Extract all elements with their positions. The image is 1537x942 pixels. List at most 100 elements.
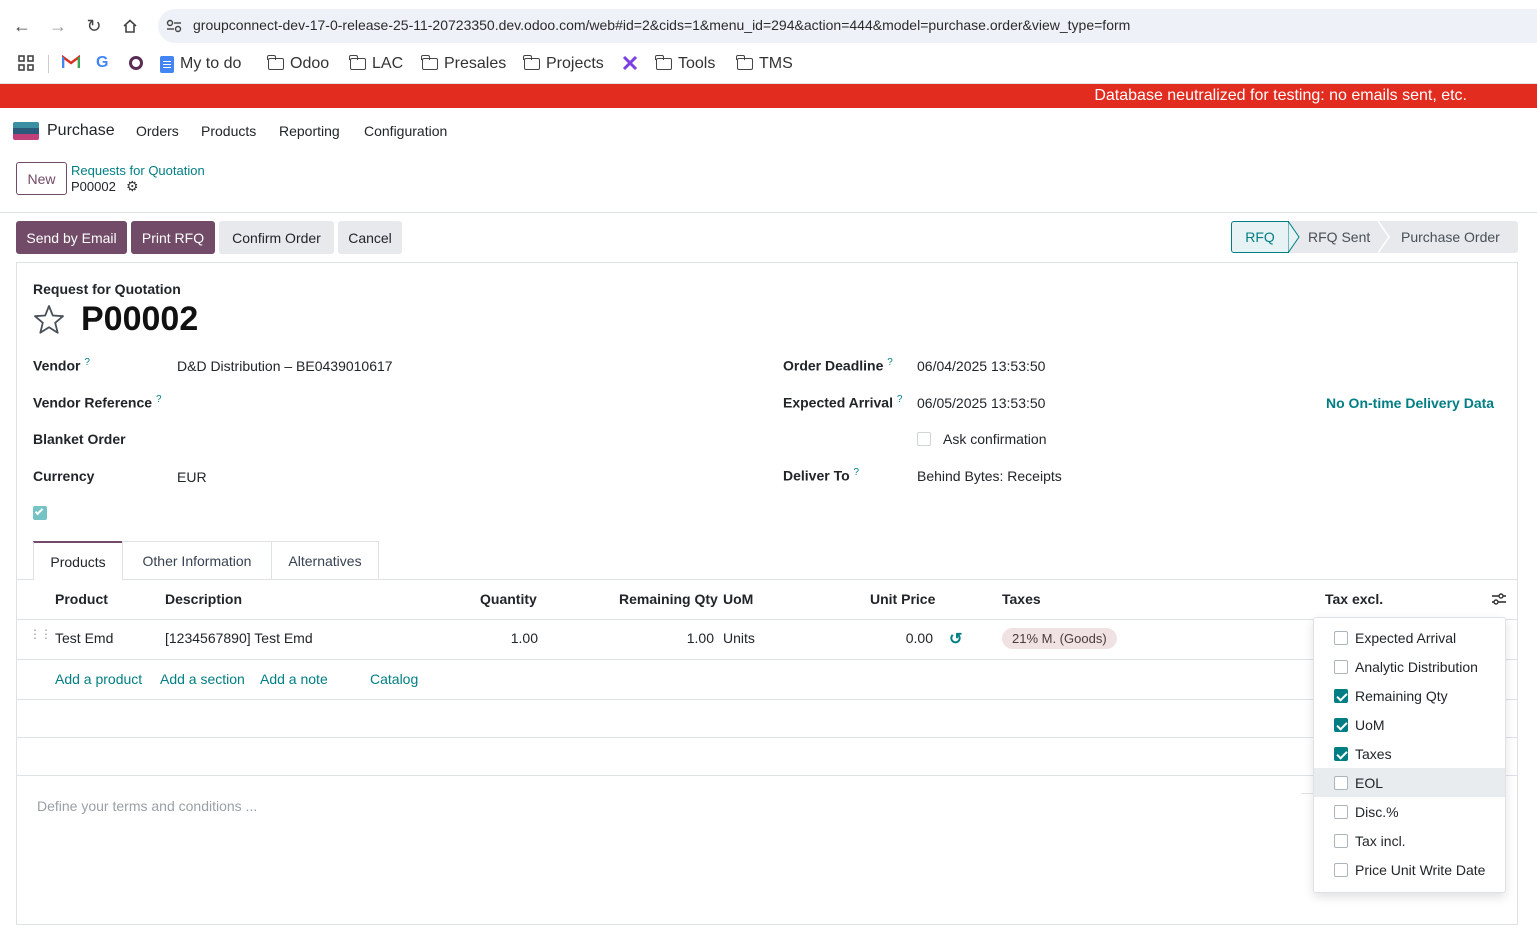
option-remaining-qty[interactable]: Remaining Qty bbox=[1314, 681, 1505, 710]
bookmark-label: My to do bbox=[180, 55, 242, 72]
add-section-link[interactable]: Add a section bbox=[160, 671, 245, 687]
option-tax-incl[interactable]: Tax incl. bbox=[1314, 826, 1505, 855]
currency-field[interactable]: EUR bbox=[177, 469, 207, 485]
breadcrumb-rfq[interactable]: Requests for Quotation bbox=[71, 163, 205, 178]
add-note-link[interactable]: Add a note bbox=[260, 671, 328, 687]
deliver-to-field[interactable]: Behind Bytes: Receipts bbox=[917, 468, 1062, 484]
reload-icon[interactable]: ↻ bbox=[81, 13, 107, 39]
folder-icon bbox=[267, 55, 284, 70]
column-checkbox[interactable] bbox=[1334, 775, 1348, 790]
gear-icon[interactable]: ⚙ bbox=[126, 178, 139, 195]
tab-products[interactable]: Products bbox=[33, 541, 123, 580]
add-product-link[interactable]: Add a product bbox=[55, 671, 142, 687]
bookmark-tools[interactable]: Tools bbox=[655, 53, 715, 75]
col-tax-excl[interactable]: Tax excl. bbox=[1325, 591, 1383, 607]
tab-other-information[interactable]: Other Information bbox=[122, 541, 272, 579]
column-checkbox[interactable] bbox=[1334, 804, 1348, 819]
option-expected-arrival[interactable]: Expected Arrival bbox=[1314, 623, 1505, 652]
order-deadline-field[interactable]: 06/04/2025 13:53:50 bbox=[917, 358, 1045, 374]
col-taxes[interactable]: Taxes bbox=[1002, 591, 1041, 607]
column-checkbox[interactable] bbox=[1334, 862, 1348, 877]
ontime-delivery-link[interactable]: No On-time Delivery Data bbox=[1326, 395, 1494, 411]
opera-icon[interactable] bbox=[129, 56, 143, 70]
line-uom[interactable]: Units bbox=[723, 630, 755, 646]
send-by-email-button[interactable]: Send by Email bbox=[16, 221, 127, 254]
url-text[interactable]: groupconnect-dev-17-0-release-25-11-2072… bbox=[193, 17, 1130, 33]
menu-reporting[interactable]: Reporting bbox=[279, 123, 340, 139]
tab-alternatives[interactable]: Alternatives bbox=[271, 541, 379, 579]
column-checkbox[interactable] bbox=[1334, 717, 1348, 732]
column-checkbox[interactable] bbox=[1334, 659, 1348, 674]
help-icon[interactable]: ? bbox=[887, 357, 893, 368]
option-taxes[interactable]: Taxes bbox=[1314, 739, 1505, 768]
back-icon[interactable]: ← bbox=[9, 13, 35, 39]
column-checkbox[interactable] bbox=[1334, 688, 1348, 703]
tax-badge[interactable]: 21% M. (Goods) bbox=[1002, 628, 1117, 649]
help-icon[interactable]: ? bbox=[84, 357, 90, 368]
status-purchase-order[interactable]: Purchase Order bbox=[1401, 221, 1500, 253]
menu-orders[interactable]: Orders bbox=[136, 123, 179, 139]
app-name[interactable]: Purchase bbox=[47, 122, 115, 140]
help-icon[interactable]: ? bbox=[897, 394, 903, 405]
bookmark-tms[interactable]: TMS bbox=[736, 53, 793, 75]
col-quantity[interactable]: Quantity bbox=[480, 591, 537, 607]
menu-configuration[interactable]: Configuration bbox=[364, 123, 447, 139]
star-icon[interactable] bbox=[33, 304, 65, 337]
column-checkbox[interactable] bbox=[1334, 630, 1348, 645]
blanket-order-field[interactable] bbox=[177, 427, 737, 451]
bookmark-odoo[interactable]: Odoo bbox=[267, 53, 330, 75]
bookmark-my-to-do[interactable]: My to do bbox=[160, 53, 241, 75]
option-price-unit-write-date[interactable]: Price Unit Write Date bbox=[1314, 855, 1505, 884]
vendor-field[interactable]: D&D Distribution – BE0439010617 bbox=[177, 358, 393, 374]
price-history-icon[interactable]: ↺ bbox=[949, 629, 962, 649]
expected-arrival-field[interactable]: 06/05/2025 13:53:50 bbox=[917, 395, 1045, 411]
purchase-app-icon[interactable] bbox=[13, 122, 39, 140]
drag-handle-icon[interactable]: ⋮⋮ bbox=[29, 628, 52, 640]
line-unit-price[interactable]: 0.00 bbox=[893, 630, 933, 646]
col-uom[interactable]: UoM bbox=[723, 591, 753, 607]
confirm-order-button[interactable]: Confirm Order bbox=[219, 221, 334, 254]
status-rfq[interactable]: RFQ bbox=[1231, 221, 1289, 253]
status-arrow-icon bbox=[1288, 221, 1300, 253]
google-icon[interactable]: G bbox=[96, 54, 108, 72]
option-analytic-distribution[interactable]: Analytic Distribution bbox=[1314, 652, 1505, 681]
help-icon[interactable]: ? bbox=[156, 394, 162, 405]
option-uom[interactable]: UoM bbox=[1314, 710, 1505, 739]
optional-columns-icon[interactable] bbox=[1491, 591, 1507, 610]
bookmark-presales[interactable]: Presales bbox=[421, 53, 506, 75]
ask-confirmation-checkbox[interactable] bbox=[917, 432, 931, 446]
line-description[interactable]: [1234567890] Test Emd bbox=[165, 630, 313, 646]
checked-checkbox[interactable] bbox=[33, 506, 47, 520]
home-icon[interactable] bbox=[117, 13, 143, 39]
site-info-icon[interactable] bbox=[166, 19, 182, 33]
status-rfq-sent[interactable]: RFQ Sent bbox=[1308, 221, 1370, 253]
col-remaining-qty[interactable]: Remaining Qty bbox=[619, 591, 718, 607]
column-checkbox[interactable] bbox=[1334, 833, 1348, 848]
bookmark-projects[interactable]: Projects bbox=[523, 53, 604, 75]
print-rfq-button[interactable]: Print RFQ bbox=[131, 221, 215, 254]
line-quantity[interactable]: 1.00 bbox=[498, 630, 538, 646]
bookmark-lac[interactable]: LAC bbox=[349, 53, 403, 75]
col-product[interactable]: Product bbox=[55, 591, 108, 607]
currency-label: Currency bbox=[33, 468, 95, 484]
col-unit-price[interactable]: Unit Price bbox=[870, 591, 935, 607]
apps-grid-icon[interactable] bbox=[18, 55, 34, 74]
tool-icon[interactable] bbox=[622, 55, 638, 74]
menu-products[interactable]: Products bbox=[201, 123, 256, 139]
row-divider bbox=[17, 699, 1517, 700]
column-checkbox[interactable] bbox=[1334, 746, 1348, 761]
option-eol[interactable]: EOL bbox=[1314, 768, 1505, 797]
option-disc[interactable]: Disc.% bbox=[1314, 797, 1505, 826]
vendor-reference-field[interactable] bbox=[177, 390, 737, 414]
cancel-button[interactable]: Cancel bbox=[338, 221, 402, 254]
catalog-link[interactable]: Catalog bbox=[370, 671, 418, 687]
terms-conditions-field[interactable]: Define your terms and conditions ... bbox=[37, 798, 257, 814]
help-icon[interactable]: ? bbox=[854, 467, 860, 478]
forward-icon[interactable]: → bbox=[45, 13, 71, 39]
col-description[interactable]: Description bbox=[165, 591, 242, 607]
bookmark-label: Odoo bbox=[290, 55, 330, 72]
gmail-icon[interactable] bbox=[61, 54, 81, 72]
banner-text: Database neutralized for testing: no ema… bbox=[1094, 87, 1467, 104]
line-product[interactable]: Test Emd bbox=[55, 630, 113, 646]
new-button[interactable]: New bbox=[16, 162, 67, 195]
